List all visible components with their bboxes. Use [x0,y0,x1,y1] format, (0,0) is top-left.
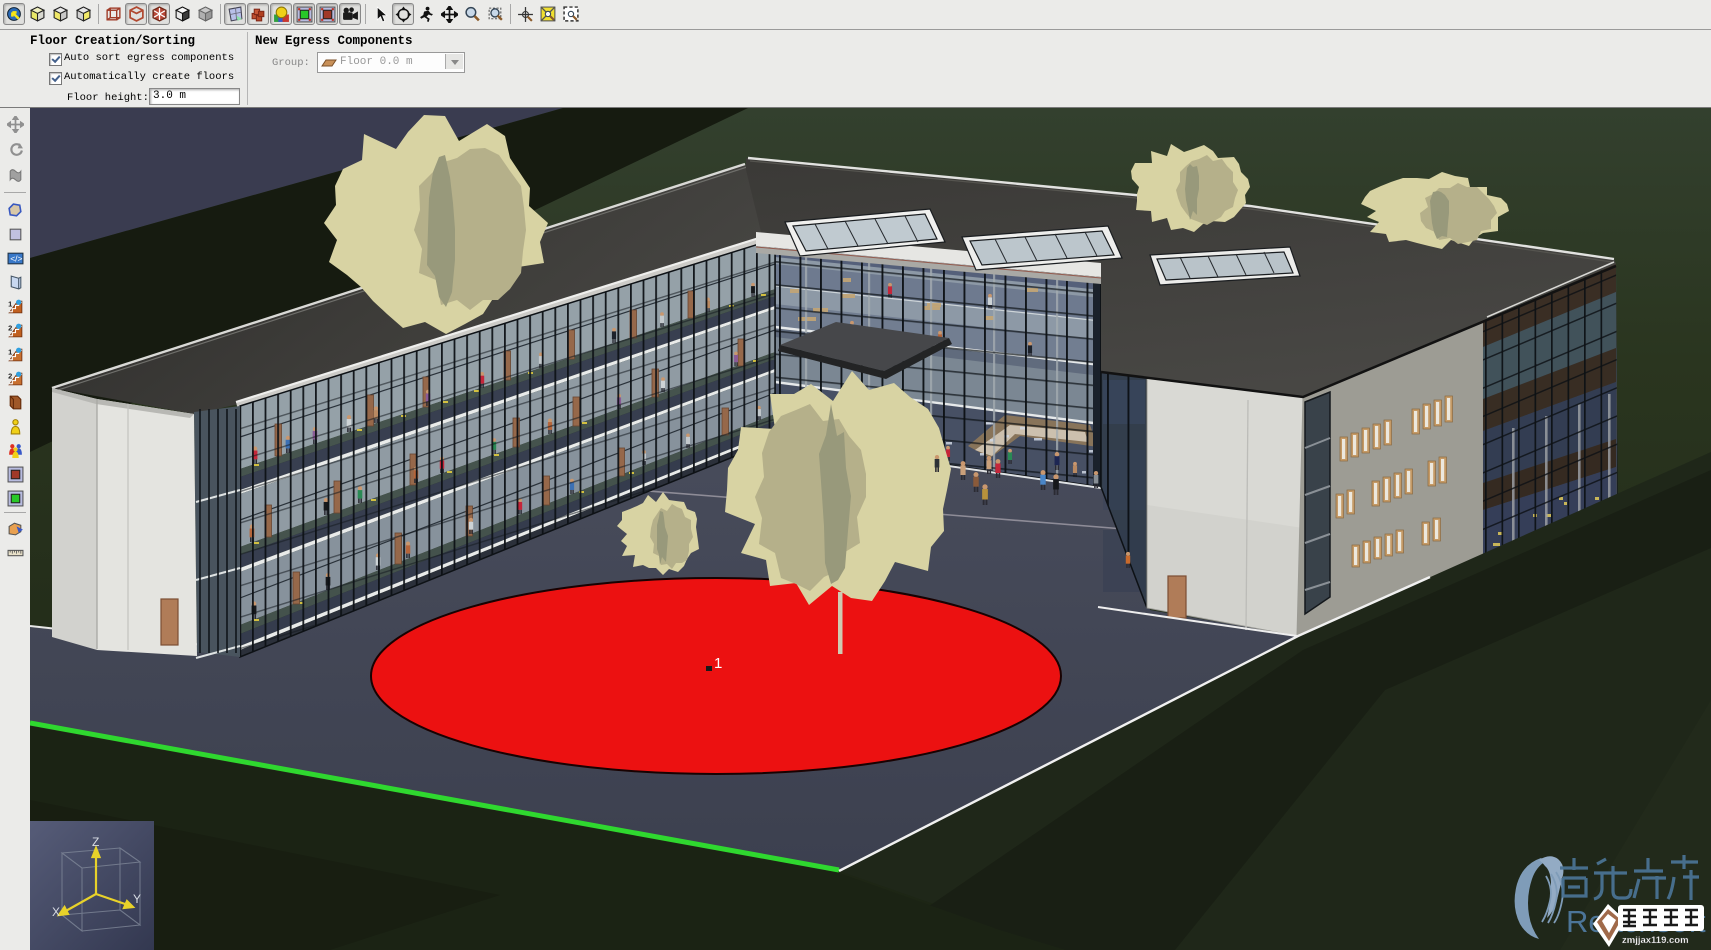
svg-text:Y: Y [133,892,141,906]
svg-text:1: 1 [8,347,12,356]
svg-text:1: 1 [714,655,722,672]
svg-text:2: 2 [8,323,12,332]
svg-text:2: 2 [8,371,12,380]
svg-text:</>: </> [10,253,22,263]
svg-text:X: X [52,905,60,919]
svg-text:zmjjax119.com: zmjjax119.com [1622,935,1689,946]
svg-text:Z: Z [92,835,99,849]
svg-text:1: 1 [8,299,12,308]
